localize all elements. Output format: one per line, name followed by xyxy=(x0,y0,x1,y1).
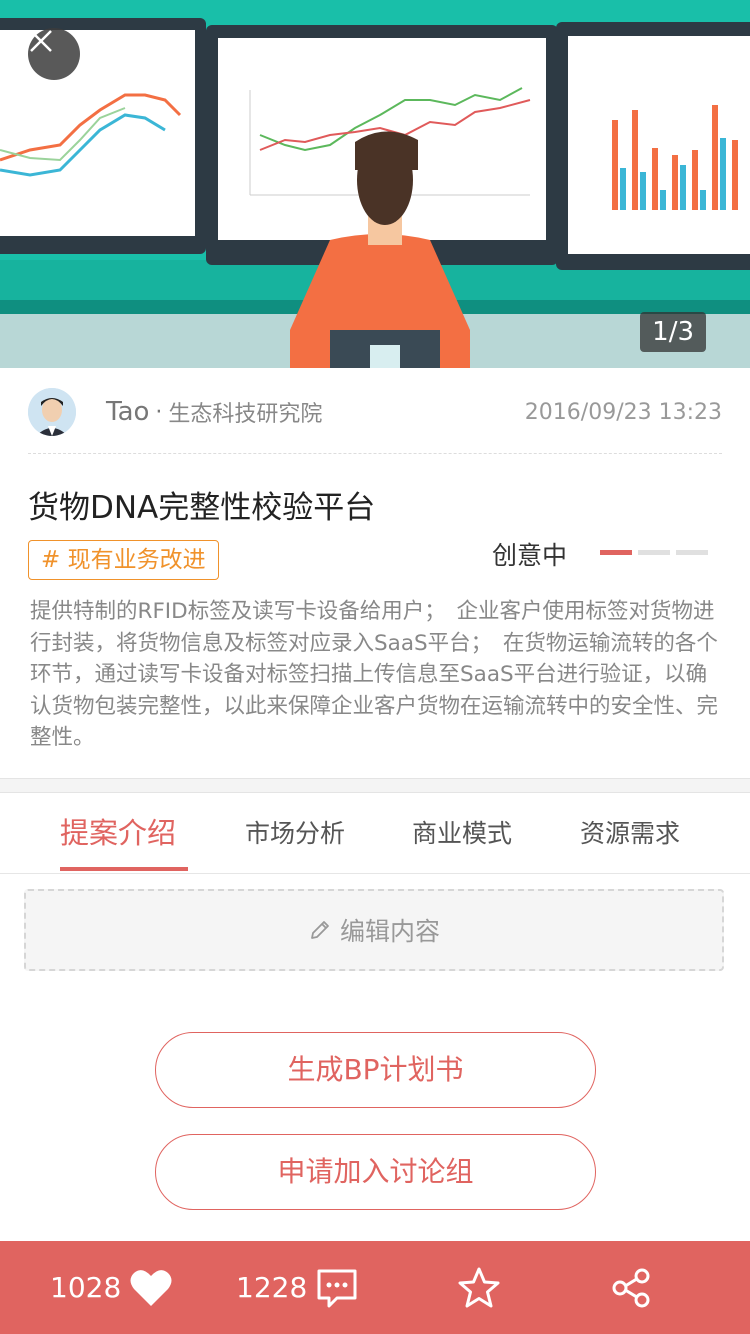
generate-bp-button[interactable]: 生成BP计划书 xyxy=(155,1032,596,1108)
tab-active-indicator xyxy=(60,867,188,871)
bottom-action-bar: 1028 1228 xyxy=(0,1241,750,1334)
post-date: 2016/09/23 13:23 xyxy=(524,399,722,425)
tab-business-model[interactable]: 商业模式 xyxy=(412,814,512,850)
share-button[interactable] xyxy=(610,1241,652,1334)
favorite-button[interactable] xyxy=(456,1241,502,1334)
join-discussion-button[interactable]: 申请加入讨论组 xyxy=(155,1134,596,1210)
tab-resource-needs[interactable]: 资源需求 xyxy=(580,814,680,850)
avatar[interactable] xyxy=(28,388,76,436)
close-button[interactable] xyxy=(28,28,80,80)
image-counter: 1/3 xyxy=(640,312,706,352)
edit-content-button[interactable]: 编辑内容 xyxy=(24,889,724,971)
author-org: 生态科技研究院 xyxy=(168,402,323,427)
like-button[interactable]: 1028 xyxy=(50,1241,173,1334)
project-description: 提供特制的RFID标签及读写卡设备给用户； 企业客户使用标签对货物进行封装，将货… xyxy=(30,599,719,750)
comment-icon xyxy=(317,1269,357,1307)
status-label: 创意中 xyxy=(492,541,568,570)
avatar-image xyxy=(28,388,76,436)
comment-button[interactable]: 1228 xyxy=(236,1241,359,1334)
comment-count: 1228 xyxy=(236,1271,308,1304)
pencil-icon xyxy=(311,921,329,939)
stage-indicator-3 xyxy=(676,550,708,555)
category-tag[interactable]: # 现有业务改进 xyxy=(28,540,219,580)
hero-image[interactable]: 1/3 xyxy=(0,0,750,368)
stage-indicator-1 xyxy=(600,550,632,555)
project-title: 货物DNA完整性校验平台 xyxy=(28,490,376,526)
hero-illustration xyxy=(0,18,750,368)
edit-content-label: 编辑内容 xyxy=(339,917,440,946)
star-icon xyxy=(458,1267,500,1307)
tab-bar: 提案介绍 市场分析 商业模式 资源需求 xyxy=(0,794,750,874)
share-icon xyxy=(612,1268,650,1307)
divider xyxy=(28,453,722,454)
author-name[interactable]: Tao xyxy=(106,397,149,427)
like-count: 1028 xyxy=(50,1271,122,1304)
tab-market-analysis[interactable]: 市场分析 xyxy=(245,814,345,850)
section-separator xyxy=(0,778,750,793)
author-row: Tao · 生态科技研究院 2016/09/23 13:23 xyxy=(28,386,722,438)
tab-proposal[interactable]: 提案介绍 xyxy=(60,810,176,852)
heart-icon xyxy=(130,1269,172,1306)
stage-indicator-2 xyxy=(638,550,670,555)
close-icon xyxy=(30,30,52,52)
author-separator: · xyxy=(155,399,163,425)
